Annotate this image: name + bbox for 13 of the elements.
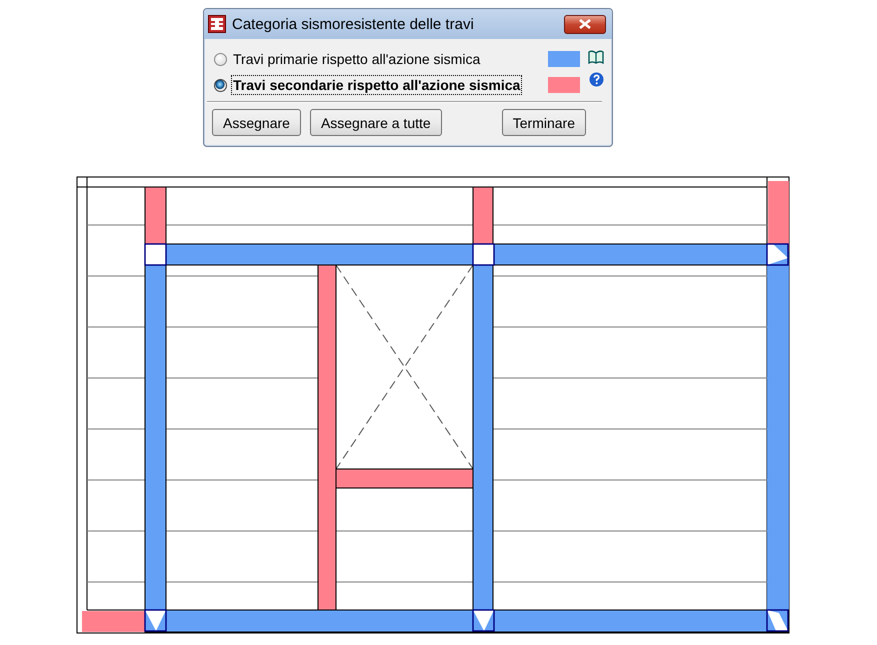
dialog-button[interactable]: Terminare <box>502 109 586 136</box>
option-label[interactable]: Travi secondarie rispetto all'azione sismica <box>231 75 522 95</box>
radio-button[interactable] <box>214 78 227 92</box>
dialog-button[interactable]: Assegnare a tutte <box>310 109 442 136</box>
close-icon[interactable] <box>579 19 591 29</box>
window-title: Categoria sismoresistente delle travi <box>232 16 475 32</box>
radio-button[interactable] <box>214 52 227 66</box>
close-button[interactable] <box>564 14 606 34</box>
help-icon[interactable] <box>588 72 604 87</box>
book-icon[interactable] <box>588 50 604 64</box>
option-label[interactable]: Travi primarie rispetto all'azione sismica <box>231 49 482 69</box>
dialog-button[interactable]: Assegnare <box>212 109 301 136</box>
app-icon <box>208 15 226 33</box>
